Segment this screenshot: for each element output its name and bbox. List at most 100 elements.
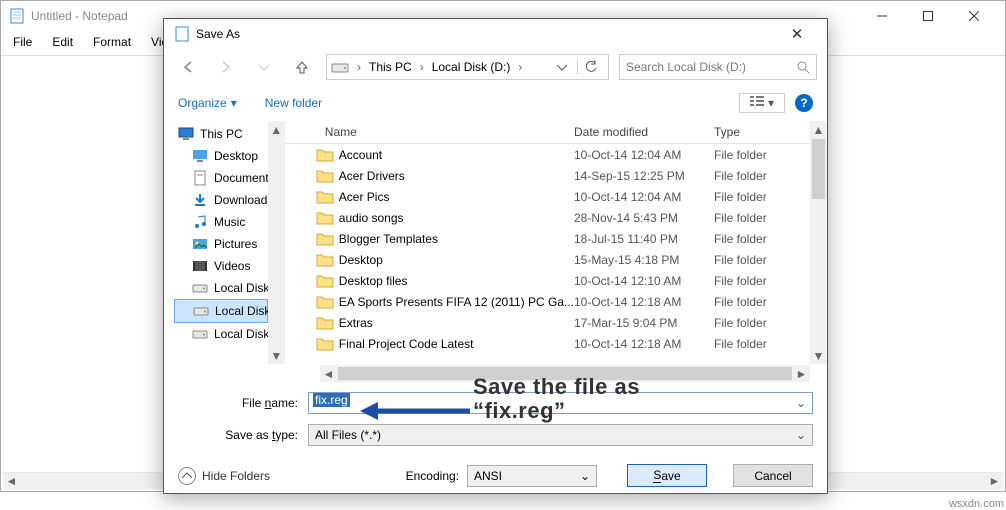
chevron-right-icon[interactable]: › bbox=[355, 60, 363, 74]
breadcrumb-this-pc[interactable]: This PC bbox=[369, 60, 412, 74]
file-row[interactable]: Blogger Templates18-Jul-15 11:40 PMFile … bbox=[285, 228, 810, 249]
list-view-icon bbox=[750, 96, 764, 108]
chevron-up-icon bbox=[178, 467, 196, 485]
column-type[interactable]: Type bbox=[714, 125, 804, 139]
doc-icon bbox=[192, 170, 208, 186]
tree-item[interactable]: Local Disk (D:) bbox=[174, 299, 268, 323]
tree-item[interactable]: Local Disk (E:) bbox=[174, 323, 268, 345]
nav-up-button[interactable] bbox=[288, 53, 316, 81]
scroll-left-icon[interactable]: ◄ bbox=[3, 473, 20, 490]
notepad-icon bbox=[9, 8, 25, 24]
cancel-button[interactable]: Cancel bbox=[733, 464, 813, 487]
column-date[interactable]: Date modified bbox=[574, 125, 714, 139]
chevron-down-icon[interactable]: ⌄ bbox=[796, 396, 806, 410]
scroll-up-icon[interactable]: ▲ bbox=[810, 121, 827, 138]
dialog-close-button[interactable]: ✕ bbox=[777, 25, 817, 43]
file-name: Desktop files bbox=[339, 274, 574, 288]
tree-item[interactable]: Documents bbox=[174, 167, 268, 189]
folder-icon bbox=[315, 314, 335, 332]
minimize-button[interactable] bbox=[859, 1, 905, 31]
file-row[interactable]: Final Project Code Latest10-Oct-14 12:18… bbox=[285, 333, 810, 354]
file-row[interactable]: Desktop files10-Oct-14 12:10 AMFile fold… bbox=[285, 270, 810, 291]
file-row[interactable]: Desktop15-May-15 4:18 PMFile folder bbox=[285, 249, 810, 270]
scroll-right-icon[interactable]: ► bbox=[793, 365, 810, 382]
tree-item[interactable]: Downloads bbox=[174, 189, 268, 211]
menu-file[interactable]: File bbox=[9, 33, 36, 51]
drive-icon bbox=[193, 303, 209, 319]
chevron-down-icon: ⌄ bbox=[580, 469, 590, 483]
scroll-right-icon[interactable]: ► bbox=[986, 473, 1003, 490]
tree-item[interactable]: Local Disk (C:) bbox=[174, 277, 268, 299]
file-row[interactable]: Acer Drivers14-Sep-15 12:25 PMFile folde… bbox=[285, 165, 810, 186]
file-name: Acer Pics bbox=[339, 190, 574, 204]
folder-icon bbox=[315, 251, 335, 269]
monitor-icon bbox=[178, 126, 194, 142]
music-icon bbox=[192, 214, 208, 230]
hide-folders-button[interactable]: Hide Folders bbox=[178, 467, 270, 485]
filename-input[interactable]: fix.reg ⌄ bbox=[308, 392, 813, 414]
file-type: File folder bbox=[714, 274, 804, 288]
chevron-right-icon[interactable]: › bbox=[418, 60, 426, 74]
column-headers[interactable]: Name Date modified Type bbox=[285, 121, 810, 144]
save-button[interactable]: Save bbox=[627, 464, 707, 487]
chevron-down-icon: ▾ bbox=[231, 96, 237, 110]
tree-item[interactable]: Videos bbox=[174, 255, 268, 277]
organize-button[interactable]: Organize ▾ bbox=[178, 96, 237, 110]
maximize-button[interactable] bbox=[905, 1, 951, 31]
column-name[interactable]: Name bbox=[325, 125, 574, 139]
folder-icon bbox=[315, 272, 335, 290]
tree-item[interactable]: Desktop bbox=[174, 145, 268, 167]
scroll-down-icon[interactable]: ▼ bbox=[810, 347, 827, 364]
folder-icon bbox=[315, 167, 335, 185]
window-controls bbox=[859, 1, 997, 31]
scroll-left-icon[interactable]: ◄ bbox=[320, 365, 337, 382]
file-list[interactable]: Name Date modified Type Account10-Oct-14… bbox=[285, 121, 810, 364]
tree-item-label: Downloads bbox=[214, 193, 268, 207]
desktop-icon bbox=[192, 148, 208, 164]
tree-item-label: Local Disk (E:) bbox=[214, 327, 268, 341]
file-row[interactable]: Account10-Oct-14 12:04 AMFile folder bbox=[285, 144, 810, 165]
file-row[interactable]: EA Sports Presents FIFA 12 (2011) PC Ga.… bbox=[285, 291, 810, 312]
tree-scrollbar[interactable]: ▲ ▼ bbox=[268, 121, 285, 364]
nav-recent-button[interactable] bbox=[250, 53, 278, 81]
tree-item[interactable]: Music bbox=[174, 211, 268, 233]
tree-item-label: Music bbox=[214, 215, 245, 229]
menu-format[interactable]: Format bbox=[89, 33, 135, 51]
file-row[interactable]: audio songs28-Nov-14 5:43 PMFile folder bbox=[285, 207, 810, 228]
address-dropdown-button[interactable] bbox=[553, 63, 571, 71]
file-name: Acer Drivers bbox=[339, 169, 574, 183]
file-name: EA Sports Presents FIFA 12 (2011) PC Ga.… bbox=[339, 295, 574, 309]
nav-forward-button[interactable] bbox=[212, 53, 240, 81]
file-row[interactable]: Acer Pics10-Oct-14 12:04 AMFile folder bbox=[285, 186, 810, 207]
file-type: File folder bbox=[714, 190, 804, 204]
view-options-button[interactable]: ▾ bbox=[739, 93, 785, 113]
dialog-bottom: File name: fix.reg ⌄ Save as type: All F… bbox=[164, 382, 827, 446]
folder-icon bbox=[315, 209, 335, 227]
new-folder-button[interactable]: New folder bbox=[265, 96, 322, 110]
file-row[interactable]: Extras17-Mar-15 9:04 PMFile folder bbox=[285, 312, 810, 333]
close-button[interactable] bbox=[951, 1, 997, 31]
file-name: Final Project Code Latest bbox=[339, 337, 574, 351]
tree-item[interactable]: This PC bbox=[174, 123, 268, 145]
file-date: 10-Oct-14 12:10 AM bbox=[574, 274, 714, 288]
nav-back-button[interactable] bbox=[174, 53, 202, 81]
file-type: File folder bbox=[714, 337, 804, 351]
savetype-select[interactable]: All Files (*.*) ⌄ bbox=[308, 424, 813, 446]
menu-edit[interactable]: Edit bbox=[48, 33, 77, 51]
scroll-up-icon[interactable]: ▲ bbox=[268, 121, 285, 138]
list-hscroll[interactable]: ◄ ► bbox=[320, 365, 810, 382]
address-bar[interactable]: › This PC › Local Disk (D:) › bbox=[326, 54, 609, 80]
breadcrumb-drive-d[interactable]: Local Disk (D:) bbox=[432, 60, 511, 74]
filename-value: fix.reg bbox=[313, 393, 350, 407]
folder-tree[interactable]: This PCDesktopDocuments Downloads Music Pic… bbox=[164, 121, 268, 364]
help-button[interactable]: ? bbox=[795, 94, 813, 112]
notepad-title: Untitled - Notepad bbox=[31, 9, 128, 23]
file-date: 10-Oct-14 12:04 AM bbox=[574, 190, 714, 204]
list-scrollbar[interactable]: ▲ ▼ bbox=[810, 121, 827, 364]
chevron-right-icon[interactable]: › bbox=[516, 60, 524, 74]
tree-item[interactable]: Pictures bbox=[174, 233, 268, 255]
refresh-button[interactable] bbox=[577, 60, 604, 74]
search-input[interactable]: Search Local Disk (D:) bbox=[619, 54, 817, 80]
scroll-down-icon[interactable]: ▼ bbox=[268, 347, 285, 364]
encoding-select[interactable]: ANSI ⌄ bbox=[467, 465, 597, 487]
